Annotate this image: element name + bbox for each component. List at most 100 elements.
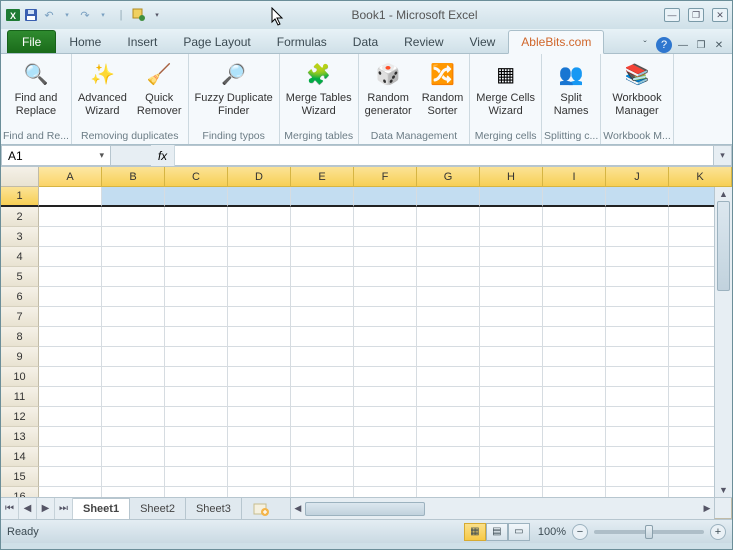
cell-C6[interactable] (165, 287, 228, 307)
cell-B13[interactable] (102, 427, 165, 447)
row-header-5[interactable]: 5 (1, 267, 39, 287)
scroll-down-icon[interactable]: ▼ (715, 483, 732, 497)
cell-A6[interactable] (39, 287, 102, 307)
sheet-nav-last[interactable]: ⏭ (55, 498, 73, 519)
row-header-6[interactable]: 6 (1, 287, 39, 307)
col-header-K[interactable]: K (669, 167, 732, 187)
cell-G16[interactable] (417, 487, 480, 497)
scroll-up-icon[interactable]: ▲ (715, 187, 732, 201)
col-header-H[interactable]: H (480, 167, 543, 187)
random-sorter-button[interactable]: 🔀Random Sorter (418, 56, 468, 120)
cell-D12[interactable] (228, 407, 291, 427)
save-icon[interactable] (23, 7, 39, 23)
doc-restore-icon[interactable]: ❐ (694, 38, 708, 52)
cell-I13[interactable] (543, 427, 606, 447)
tab-ablebits[interactable]: AbleBits.com (508, 30, 604, 54)
row-header-4[interactable]: 4 (1, 247, 39, 267)
cell-B5[interactable] (102, 267, 165, 287)
select-all-corner[interactable] (1, 167, 39, 187)
cell-D16[interactable] (228, 487, 291, 497)
row-header-13[interactable]: 13 (1, 427, 39, 447)
cell-H5[interactable] (480, 267, 543, 287)
cell-E8[interactable] (291, 327, 354, 347)
cell-A2[interactable] (39, 207, 102, 227)
cell-D2[interactable] (228, 207, 291, 227)
cell-H13[interactable] (480, 427, 543, 447)
cell-A12[interactable] (39, 407, 102, 427)
row-header-9[interactable]: 9 (1, 347, 39, 367)
cell-E16[interactable] (291, 487, 354, 497)
cell-A8[interactable] (39, 327, 102, 347)
restore-button[interactable]: ❐ (688, 8, 704, 22)
qat-custom-icon[interactable] (131, 7, 147, 23)
cell-D1[interactable] (228, 187, 291, 207)
cell-A5[interactable] (39, 267, 102, 287)
cell-G5[interactable] (417, 267, 480, 287)
cell-I6[interactable] (543, 287, 606, 307)
help-icon[interactable]: ? (656, 37, 672, 53)
scroll-right-icon[interactable]: ▶ (700, 503, 714, 514)
cell-B11[interactable] (102, 387, 165, 407)
cell-D8[interactable] (228, 327, 291, 347)
advanced-wizard-button[interactable]: ✨Advanced Wizard (74, 56, 131, 120)
row-header-7[interactable]: 7 (1, 307, 39, 327)
cell-I9[interactable] (543, 347, 606, 367)
cell-G8[interactable] (417, 327, 480, 347)
row-header-2[interactable]: 2 (1, 207, 39, 227)
cell-D11[interactable] (228, 387, 291, 407)
quick-remover-button[interactable]: 🧹Quick Remover (133, 56, 186, 120)
cell-D6[interactable] (228, 287, 291, 307)
col-header-F[interactable]: F (354, 167, 417, 187)
cell-J15[interactable] (606, 467, 669, 487)
cell-B1[interactable] (102, 187, 165, 207)
cell-E2[interactable] (291, 207, 354, 227)
merge-tables-wizard-button[interactable]: 🧩Merge Tables Wizard (282, 56, 356, 120)
cell-D10[interactable] (228, 367, 291, 387)
cell-E1[interactable] (291, 187, 354, 207)
cell-B2[interactable] (102, 207, 165, 227)
tab-home[interactable]: Home (56, 30, 114, 53)
row-header-12[interactable]: 12 (1, 407, 39, 427)
cell-F7[interactable] (354, 307, 417, 327)
horizontal-scrollbar[interactable]: ◀ ▶ (290, 498, 732, 519)
cell-F14[interactable] (354, 447, 417, 467)
cell-C4[interactable] (165, 247, 228, 267)
cell-H10[interactable] (480, 367, 543, 387)
col-header-A[interactable]: A (39, 167, 102, 187)
cell-C16[interactable] (165, 487, 228, 497)
cell-J1[interactable] (606, 187, 669, 207)
undo-icon[interactable]: ↶ (41, 7, 57, 23)
cell-G1[interactable] (417, 187, 480, 207)
cell-C2[interactable] (165, 207, 228, 227)
cell-J13[interactable] (606, 427, 669, 447)
row-header-11[interactable]: 11 (1, 387, 39, 407)
cell-J9[interactable] (606, 347, 669, 367)
cell-H14[interactable] (480, 447, 543, 467)
cell-B4[interactable] (102, 247, 165, 267)
cell-I1[interactable] (543, 187, 606, 207)
cell-F4[interactable] (354, 247, 417, 267)
cell-A13[interactable] (39, 427, 102, 447)
cell-C15[interactable] (165, 467, 228, 487)
merge-cells-wizard-button[interactable]: ▦Merge Cells Wizard (472, 56, 539, 120)
doc-minimize-icon[interactable]: — (676, 38, 690, 52)
cell-C5[interactable] (165, 267, 228, 287)
cell-I12[interactable] (543, 407, 606, 427)
row-header-14[interactable]: 14 (1, 447, 39, 467)
cell-E10[interactable] (291, 367, 354, 387)
cell-F11[interactable] (354, 387, 417, 407)
cell-B16[interactable] (102, 487, 165, 497)
col-header-I[interactable]: I (543, 167, 606, 187)
qat-customize-icon[interactable]: ▾ (149, 7, 165, 23)
cell-H8[interactable] (480, 327, 543, 347)
cell-H2[interactable] (480, 207, 543, 227)
formula-input[interactable] (175, 145, 714, 166)
cell-B6[interactable] (102, 287, 165, 307)
row-header-15[interactable]: 15 (1, 467, 39, 487)
close-button[interactable]: ✕ (712, 8, 728, 22)
cell-I8[interactable] (543, 327, 606, 347)
cell-E5[interactable] (291, 267, 354, 287)
cell-J10[interactable] (606, 367, 669, 387)
cell-I7[interactable] (543, 307, 606, 327)
cell-D14[interactable] (228, 447, 291, 467)
